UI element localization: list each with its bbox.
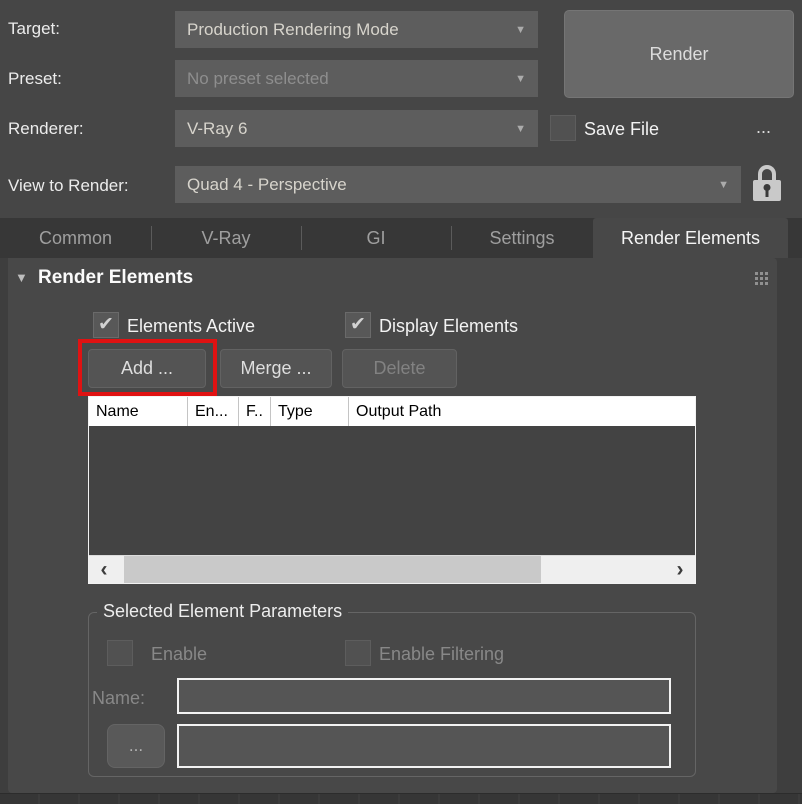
chevron-down-icon: ▼	[718, 179, 729, 191]
check-icon: ✔	[98, 315, 114, 334]
elements-active-label: Elements Active	[127, 316, 255, 337]
renderer-dropdown-value: V-Ray 6	[187, 119, 247, 139]
rollout-title[interactable]: Render Elements	[38, 267, 193, 289]
table-header-output-path[interactable]: Output Path	[349, 397, 695, 426]
add-button[interactable]: Add ...	[88, 349, 206, 388]
preset-dropdown-value: No preset selected	[187, 69, 329, 89]
table-header-row: Name En... F.. Type Output Path	[89, 397, 695, 426]
renderer-label: Renderer:	[8, 119, 84, 139]
elements-active-checkbox[interactable]: ✔	[93, 312, 119, 338]
table-header-enabled[interactable]: En...	[188, 397, 239, 426]
rollout-collapse-arrow-icon[interactable]: ▼	[15, 270, 28, 285]
render-setup-dialog: Target: Production Rendering Mode ▼ Pres…	[0, 0, 802, 804]
name-label: Name:	[92, 688, 145, 709]
view-to-render-dropdown-value: Quad 4 - Perspective	[187, 175, 347, 195]
delete-button[interactable]: Delete	[342, 349, 457, 388]
target-label: Target:	[8, 19, 60, 39]
selected-element-parameters-title: Selected Element Parameters	[97, 601, 348, 622]
table-header-type[interactable]: Type	[271, 397, 349, 426]
preset-label: Preset:	[8, 69, 62, 89]
save-file-checkbox[interactable]	[550, 115, 576, 141]
tab-common[interactable]: Common	[0, 218, 151, 258]
element-name-input[interactable]	[177, 678, 671, 714]
horizontal-scrollbar[interactable]: ‹ ›	[89, 555, 695, 583]
check-icon: ✔	[350, 315, 366, 334]
enable-checkbox[interactable]	[107, 640, 133, 666]
table-header-name[interactable]: Name	[89, 397, 188, 426]
scroll-right-icon[interactable]: ›	[665, 557, 695, 583]
tab-render-elements[interactable]: Render Elements	[593, 218, 788, 258]
target-dropdown[interactable]: Production Rendering Mode ▼	[175, 11, 538, 48]
output-path-input[interactable]	[177, 724, 671, 768]
output-path-browse-button[interactable]: ...	[107, 724, 165, 768]
enable-label: Enable	[151, 644, 207, 665]
chevron-down-icon: ▼	[515, 73, 526, 85]
enable-filtering-checkbox[interactable]	[345, 640, 371, 666]
lock-icon	[758, 165, 776, 180]
scroll-left-icon[interactable]: ‹	[89, 557, 119, 583]
view-to-render-dropdown[interactable]: Quad 4 - Perspective ▼	[175, 166, 741, 203]
table-header-filter[interactable]: F..	[239, 397, 271, 426]
preset-dropdown[interactable]: No preset selected ▼	[175, 60, 538, 97]
dialog-bottom-edge	[0, 793, 802, 804]
display-elements-checkbox[interactable]: ✔	[345, 312, 371, 338]
merge-button[interactable]: Merge ...	[220, 349, 332, 388]
view-to-render-label: View to Render:	[8, 176, 129, 196]
scrollbar-thumb[interactable]	[124, 556, 541, 583]
render-button[interactable]: Render	[564, 10, 794, 98]
render-elements-table: Name En... F.. Type Output Path ‹ ›	[88, 396, 696, 584]
chevron-down-icon: ▼	[515, 24, 526, 36]
tab-bar: Common V-Ray GI Settings Render Elements	[0, 218, 802, 258]
tab-vray[interactable]: V-Ray	[151, 218, 301, 258]
lock-viewport-button[interactable]	[752, 165, 782, 203]
renderer-dropdown[interactable]: V-Ray 6 ▼	[175, 110, 538, 147]
table-body-empty[interactable]	[89, 426, 695, 555]
tab-settings[interactable]: Settings	[451, 218, 593, 258]
save-file-browse-button[interactable]: ...	[756, 117, 771, 138]
tab-gi[interactable]: GI	[301, 218, 451, 258]
display-elements-label: Display Elements	[379, 316, 518, 337]
save-file-label: Save File	[584, 119, 659, 140]
drag-handle-icon[interactable]	[755, 272, 768, 285]
target-dropdown-value: Production Rendering Mode	[187, 20, 399, 40]
chevron-down-icon: ▼	[515, 123, 526, 135]
enable-filtering-label: Enable Filtering	[379, 644, 504, 665]
